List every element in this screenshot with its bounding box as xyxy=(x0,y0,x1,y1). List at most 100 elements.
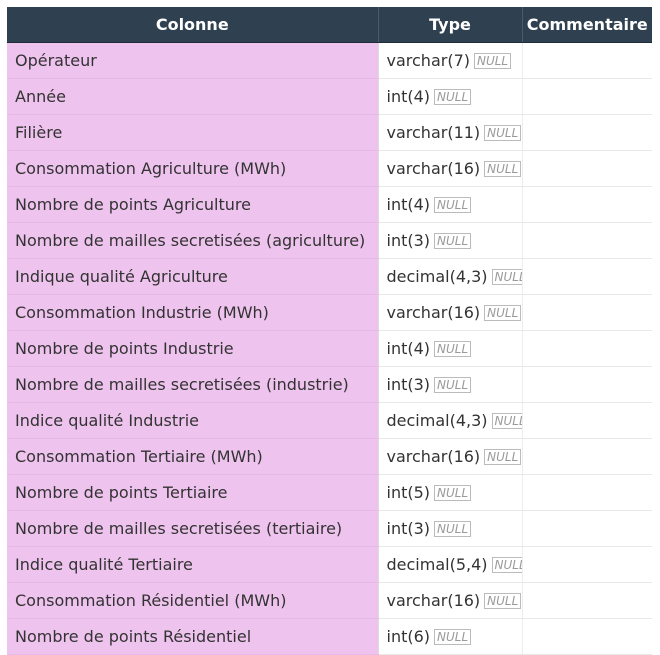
column-comment-cell xyxy=(522,150,652,187)
null-badge: NULL xyxy=(491,269,521,285)
null-badge: NULL xyxy=(484,449,521,465)
column-type-cell: decimal(4,3)NULL xyxy=(378,402,523,439)
column-comment-cell xyxy=(522,510,652,547)
table-row: Opérateur varchar(7) NULL xyxy=(7,42,652,79)
null-badge: NULL xyxy=(434,377,472,393)
table-row: Consommation Industrie (MWh) varchar(16) N… xyxy=(7,294,652,331)
table-row: Consommation Agriculture (MWh) varchar(16… xyxy=(7,150,652,187)
null-badge: NULL xyxy=(491,557,521,573)
column-name-cell: Opérateur xyxy=(7,42,379,79)
null-badge: NULL xyxy=(491,413,521,429)
column-type-cell: varchar(16) NULL xyxy=(378,438,523,475)
type-value: int(3) xyxy=(386,375,431,394)
column-name-cell: Indice qualité Tertiaire xyxy=(7,546,379,583)
table-row: Nombre de mailles secretisées (tertiaire… xyxy=(7,510,652,547)
type-value: varchar(16) xyxy=(386,159,481,178)
table-row: Consommation Résidentiel (MWh) varchar(16… xyxy=(7,582,652,619)
column-type-cell: int(5) NULL xyxy=(378,474,523,511)
type-value: decimal(4,3) xyxy=(386,411,488,430)
type-value: varchar(7) xyxy=(386,51,470,70)
column-comment-cell xyxy=(522,222,652,259)
column-name-cell: Nombre de mailles secretisées (agricultu… xyxy=(7,222,379,259)
null-badge: NULL xyxy=(484,593,521,609)
column-type-cell: int(3) NULL xyxy=(378,510,523,547)
type-value: int(4) xyxy=(386,87,431,106)
column-name-cell: Nombre de points Tertiaire xyxy=(7,474,379,511)
column-comment-cell xyxy=(522,186,652,223)
type-value: int(3) xyxy=(386,519,431,538)
column-comment-cell xyxy=(522,402,652,439)
table-row: Indique qualité Agriculture decimal(4,3) N… xyxy=(7,258,652,295)
null-badge: NULL xyxy=(484,305,521,321)
table-row: Nombre de points Agriculture int(4) NULL xyxy=(7,186,652,223)
type-value: int(5) xyxy=(386,483,431,502)
null-badge: NULL xyxy=(434,197,472,213)
column-name-cell: Filière xyxy=(7,114,379,151)
column-type-cell: varchar(7) NULL xyxy=(378,42,523,79)
column-comment-cell xyxy=(522,366,652,403)
null-badge: NULL xyxy=(434,485,472,501)
type-value: decimal(4,3) xyxy=(386,267,488,286)
null-badge: NULL xyxy=(434,89,472,105)
column-name-cell: Indique qualité Agriculture xyxy=(7,258,379,295)
column-name-cell: Nombre de points Agriculture xyxy=(7,186,379,223)
table-header-row: Colonne Type Commentaire xyxy=(7,7,652,43)
null-badge: NULL xyxy=(473,53,512,69)
null-badge: NULL xyxy=(434,341,472,357)
column-type-cell: varchar(16) NULL xyxy=(378,150,523,187)
column-comment-cell xyxy=(522,330,652,367)
column-name-cell: Consommation Agriculture (MWh) xyxy=(7,150,379,187)
type-value: int(4) xyxy=(386,339,431,358)
column-name-cell: Consommation Tertiaire (MWh) xyxy=(7,438,379,475)
table-row: Année int(4) NULL xyxy=(7,78,652,115)
table-row: Consommation Tertiaire (MWh) varchar(16) N… xyxy=(7,438,652,475)
column-type-cell: int(4) NULL xyxy=(378,186,523,223)
null-badge: NULL xyxy=(434,629,472,645)
type-value: varchar(16) xyxy=(386,591,481,610)
column-type-cell: varchar(11) NULL xyxy=(378,114,523,151)
table-row: Nombre de mailles secretisées (industrie… xyxy=(7,366,652,403)
header-comment: Commentaire xyxy=(522,7,652,43)
column-name-cell: Nombre de points Industrie xyxy=(7,330,379,367)
column-type-cell: int(3) NULL xyxy=(378,222,523,259)
table-row: Nombre de points Tertiaire int(5) NULL xyxy=(7,474,652,511)
column-type-cell: varchar(16) NULL xyxy=(378,294,523,331)
type-value: int(4) xyxy=(386,195,431,214)
type-value: decimal(5,4) xyxy=(386,555,488,574)
null-badge: NULL xyxy=(484,161,521,177)
table-row: Indice qualité Tertiairedecimal(5,4)NULL xyxy=(7,546,652,583)
type-value: varchar(11) xyxy=(386,123,481,142)
table-row: Indice qualité Industriedecimal(4,3)NULL xyxy=(7,402,652,439)
type-value: varchar(16) xyxy=(386,447,481,466)
table-row: Nombre de points Industrie int(4) NULL xyxy=(7,330,652,367)
null-badge: NULL xyxy=(434,521,472,537)
column-name-cell: Indice qualité Industrie xyxy=(7,402,379,439)
column-comment-cell xyxy=(522,42,652,79)
null-badge: NULL xyxy=(434,233,472,249)
column-comment-cell xyxy=(522,78,652,115)
column-comment-cell xyxy=(522,474,652,511)
column-type-cell: int(4) NULL xyxy=(378,78,523,115)
header-type: Type xyxy=(378,7,523,43)
column-comment-cell xyxy=(522,294,652,331)
table-row: Filière varchar(11) NULL xyxy=(7,114,652,151)
column-comment-cell xyxy=(522,438,652,475)
column-type-cell: varchar(16) NULL xyxy=(378,582,523,619)
column-type-cell: int(3) NULL xyxy=(378,366,523,403)
type-value: int(3) xyxy=(386,231,431,250)
structure-table-container: Colonne Type Commentaire Opérateur varcha… xyxy=(7,7,652,655)
header-column: Colonne xyxy=(7,7,379,43)
column-comment-cell xyxy=(522,546,652,583)
type-value: varchar(16) xyxy=(386,303,481,322)
column-name-cell: Consommation Résidentiel (MWh) xyxy=(7,582,379,619)
column-name-cell: Nombre de mailles secretisées (industrie… xyxy=(7,366,379,403)
structure-table: Colonne Type Commentaire Opérateur varcha… xyxy=(7,7,652,655)
column-type-cell: decimal(5,4)NULL xyxy=(378,546,523,583)
column-name-cell: Année xyxy=(7,78,379,115)
column-comment-cell xyxy=(522,582,652,619)
column-name-cell: Nombre de mailles secretisées (tertiaire… xyxy=(7,510,379,547)
column-type-cell: int(4) NULL xyxy=(378,330,523,367)
column-type-cell: decimal(4,3)NULL xyxy=(378,258,523,295)
column-comment-cell xyxy=(522,114,652,151)
table-body: Opérateur varchar(7) NULL Année int(4) NULL Fi… xyxy=(7,42,652,655)
